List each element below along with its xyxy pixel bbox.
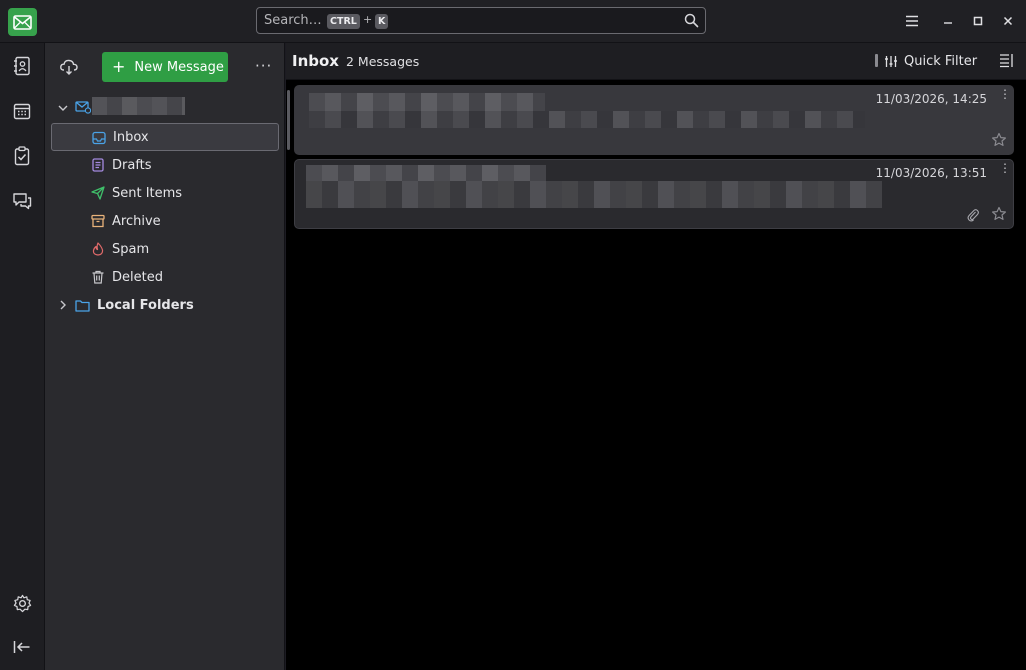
attachment-paperclip-icon [967, 209, 979, 222]
search-icon[interactable] [684, 13, 699, 28]
space-address-book[interactable] [11, 55, 33, 77]
local-folders-label[interactable]: Local Folders [97, 291, 194, 319]
trash-icon [92, 270, 104, 284]
folder-pane: + New Message ··· Inbox Drafts Sent Item… [45, 43, 285, 670]
minimize-button[interactable] [939, 12, 957, 30]
folder-inbox[interactable]: Inbox [51, 123, 279, 151]
quick-filter-label: Quick Filter [904, 53, 978, 69]
view-layout-icon[interactable] [999, 53, 1014, 68]
space-calendar[interactable] [11, 100, 33, 122]
folder-label: Inbox [113, 129, 149, 145]
folder-label: Archive [112, 213, 161, 229]
shortcut-k-key: K [375, 14, 389, 29]
close-button[interactable] [999, 12, 1017, 30]
maximize-icon [973, 16, 983, 26]
plus-icon: + [112, 57, 126, 76]
inbox-icon [92, 131, 106, 145]
filter-sliders-icon [885, 55, 897, 67]
folder-deleted[interactable]: Deleted [51, 263, 279, 291]
thread-pane-header: Inbox 2 Messages Quick Filter [286, 43, 1026, 80]
maximize-button[interactable] [969, 12, 987, 30]
message-card[interactable]: 11/03/2026, 13:51 ⋮ [294, 159, 1014, 229]
folder-label: Sent Items [112, 185, 183, 201]
star-icon[interactable] [991, 132, 1007, 148]
collapse-spaces-button[interactable] [11, 636, 33, 658]
star-icon[interactable] [991, 206, 1007, 222]
folder-label: Spam [112, 241, 150, 257]
folder-icon [75, 300, 90, 312]
subject-redacted [309, 111, 865, 128]
shortcut-ctrl-key: CTRL [327, 14, 360, 29]
account-name-redacted[interactable] [92, 97, 185, 115]
title-bar: Search… CTRL + K [0, 0, 1026, 43]
drafts-icon [92, 158, 104, 172]
folder-label: Deleted [112, 269, 163, 285]
message-date: 11/03/2026, 13:51 [875, 166, 987, 180]
hamburger-menu-icon [906, 15, 918, 27]
folder-pane-more-button[interactable]: ··· [255, 57, 272, 75]
message-date: 11/03/2026, 14:25 [875, 92, 987, 106]
app-menu-button[interactable] [903, 12, 921, 30]
clipboard-check-icon [14, 146, 30, 166]
sender-redacted [309, 93, 545, 111]
settings-button[interactable] [11, 592, 33, 614]
folder-drafts[interactable]: Drafts [51, 151, 279, 179]
search-input[interactable]: Search… CTRL + K [256, 7, 706, 34]
message-card[interactable]: 11/03/2026, 14:25 ⋮ [294, 85, 1014, 155]
sender-redacted [306, 165, 546, 181]
folder-sent-items[interactable]: Sent Items [51, 179, 279, 207]
spaces-toolbar [0, 43, 45, 670]
envelope-icon [13, 14, 32, 30]
folder-archive[interactable]: Archive [51, 207, 279, 235]
chevron-down-icon[interactable] [57, 102, 69, 114]
chat-bubbles-icon [13, 193, 32, 210]
message-count: 2 Messages [346, 54, 420, 69]
chevron-right-icon[interactable] [57, 299, 69, 311]
send-icon [91, 186, 105, 200]
address-book-icon [14, 56, 30, 76]
folder-label: Drafts [112, 157, 152, 173]
toolbar-separator [875, 54, 878, 67]
minimize-icon [944, 22, 952, 24]
subject-redacted [306, 181, 882, 208]
folder-title: Inbox [292, 52, 339, 70]
space-tasks[interactable] [11, 145, 33, 167]
gear-icon [13, 594, 31, 612]
calendar-icon [13, 103, 31, 120]
quick-filter-button[interactable]: Quick Filter [884, 52, 977, 70]
new-message-label: New Message [134, 59, 224, 75]
folder-spam[interactable]: Spam [51, 235, 279, 263]
close-icon [1003, 16, 1013, 26]
thread-pane: Inbox 2 Messages Quick Filter 11/03/2026… [286, 43, 1026, 670]
account-mail-icon [75, 101, 91, 114]
shortcut-plus: + [363, 13, 373, 26]
collapse-left-icon [13, 641, 30, 653]
archive-icon [91, 214, 105, 228]
message-menu-button[interactable]: ⋮ [999, 88, 1011, 100]
get-messages-icon[interactable] [59, 57, 79, 77]
app-logo [8, 8, 37, 36]
message-menu-button[interactable]: ⋮ [999, 162, 1011, 174]
scrollbar-thumb[interactable] [287, 90, 290, 150]
search-placeholder: Search… [264, 13, 322, 28]
new-message-button[interactable]: + New Message [102, 52, 228, 82]
spam-flame-icon [92, 242, 104, 256]
space-chat[interactable] [11, 190, 33, 212]
